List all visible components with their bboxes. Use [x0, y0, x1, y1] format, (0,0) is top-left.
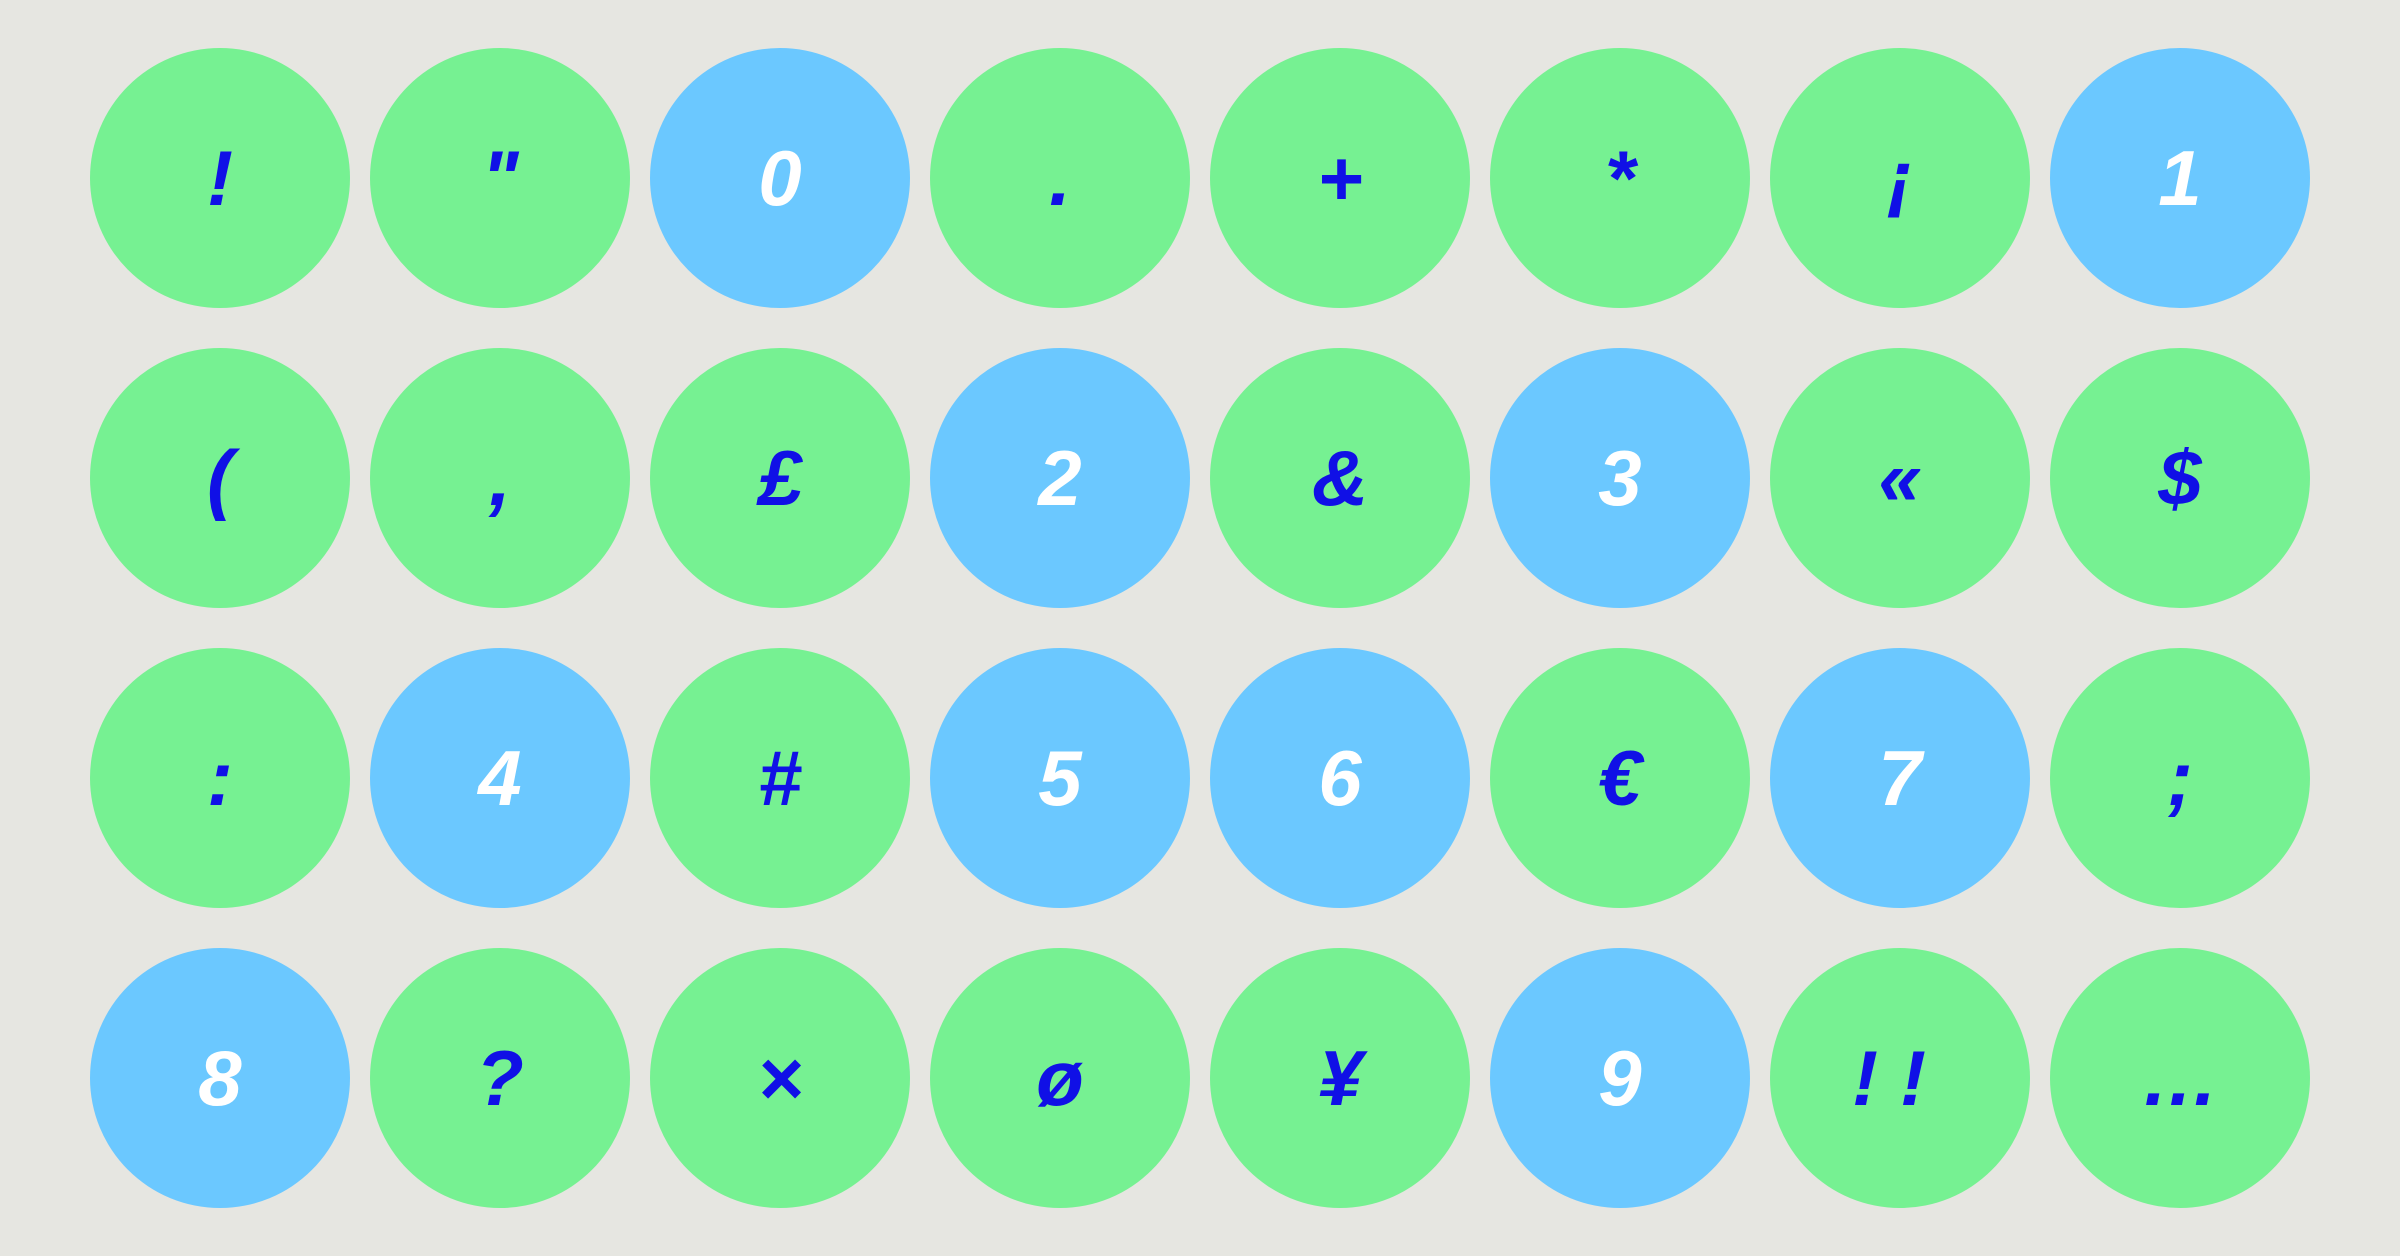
- key-7-button[interactable]: 7: [1770, 648, 2030, 908]
- key-pound-button[interactable]: £: [650, 348, 910, 608]
- key-double-exclamation-button[interactable]: !!: [1770, 948, 2030, 1208]
- key-label: 2: [1038, 434, 1082, 522]
- key-label: :: [207, 734, 233, 822]
- key-guillemet-button[interactable]: «: [1770, 348, 2030, 608]
- key-label: ¡: [1887, 134, 1913, 222]
- key-exclamation-button[interactable]: !: [90, 48, 350, 308]
- key-label: 8: [198, 1034, 242, 1122]
- key-multiply-button[interactable]: ×: [650, 948, 910, 1208]
- key-colon-button[interactable]: :: [90, 648, 350, 908]
- key-label: «: [1878, 434, 1922, 522]
- key-plus-button[interactable]: +: [1210, 48, 1470, 308]
- key-0-button[interactable]: 0: [650, 48, 910, 308]
- key-ampersand-button[interactable]: &: [1210, 348, 1470, 608]
- key-double-quote-button[interactable]: ": [370, 48, 630, 308]
- key-2-button[interactable]: 2: [930, 348, 1190, 608]
- key-5-button[interactable]: 5: [930, 648, 1190, 908]
- key-inverted-exclamation-button[interactable]: ¡: [1770, 48, 2030, 308]
- key-3-button[interactable]: 3: [1490, 348, 1750, 608]
- key-semicolon-button[interactable]: ;: [2050, 648, 2310, 908]
- key-label: ?: [476, 1034, 524, 1122]
- key-label: 9: [1598, 1034, 1642, 1122]
- key-label: 5: [1038, 734, 1082, 822]
- key-label: ø: [1036, 1034, 1084, 1122]
- key-label: 0: [758, 134, 802, 222]
- key-label: ¥: [1318, 1034, 1362, 1122]
- key-comma-button[interactable]: ,: [370, 348, 630, 608]
- key-ellipsis-button[interactable]: …: [2050, 948, 2310, 1208]
- key-8-button[interactable]: 8: [90, 948, 350, 1208]
- key-euro-button[interactable]: €: [1490, 648, 1750, 908]
- key-4-button[interactable]: 4: [370, 648, 630, 908]
- key-left-paren-button[interactable]: (: [90, 348, 350, 608]
- key-label: £: [758, 434, 802, 522]
- key-period-button[interactable]: .: [930, 48, 1190, 308]
- symbol-keypad: ! " 0. + * ¡ 1 (, £2 & 3 « $: 4 #5 6 €7; 8? × ø ¥9!! …: [0, 0, 2400, 1256]
- key-6-button[interactable]: 6: [1210, 648, 1470, 908]
- key-question-button[interactable]: ?: [370, 948, 630, 1208]
- key-label: 6: [1318, 734, 1362, 822]
- key-label: 1: [2158, 134, 2202, 222]
- key-label: *: [1604, 134, 1636, 222]
- key-o-slash-button[interactable]: ø: [930, 948, 1190, 1208]
- key-9-button[interactable]: 9: [1490, 948, 1750, 1208]
- key-label: $: [2158, 434, 2202, 522]
- key-label: (: [207, 434, 233, 522]
- key-label: 7: [1878, 734, 1922, 822]
- key-hash-button[interactable]: #: [650, 648, 910, 908]
- key-label: .: [1049, 134, 1071, 222]
- key-label: !!: [1852, 1034, 1948, 1122]
- key-dollar-button[interactable]: $: [2050, 348, 2310, 608]
- key-label: ;: [2167, 734, 2193, 822]
- key-label: #: [758, 734, 802, 822]
- key-label: +: [1317, 134, 1363, 222]
- key-1-button[interactable]: 1: [2050, 48, 2310, 308]
- key-label: ×: [757, 1034, 803, 1122]
- key-label: &: [1311, 434, 1369, 522]
- key-label: 4: [478, 734, 522, 822]
- key-label: …: [2141, 1034, 2219, 1122]
- key-label: ,: [489, 434, 511, 522]
- key-label: €: [1598, 734, 1642, 822]
- key-yen-button[interactable]: ¥: [1210, 948, 1470, 1208]
- key-label: ": [481, 134, 519, 222]
- key-label: 3: [1598, 434, 1642, 522]
- key-label: !: [207, 134, 233, 222]
- key-asterisk-button[interactable]: *: [1490, 48, 1750, 308]
